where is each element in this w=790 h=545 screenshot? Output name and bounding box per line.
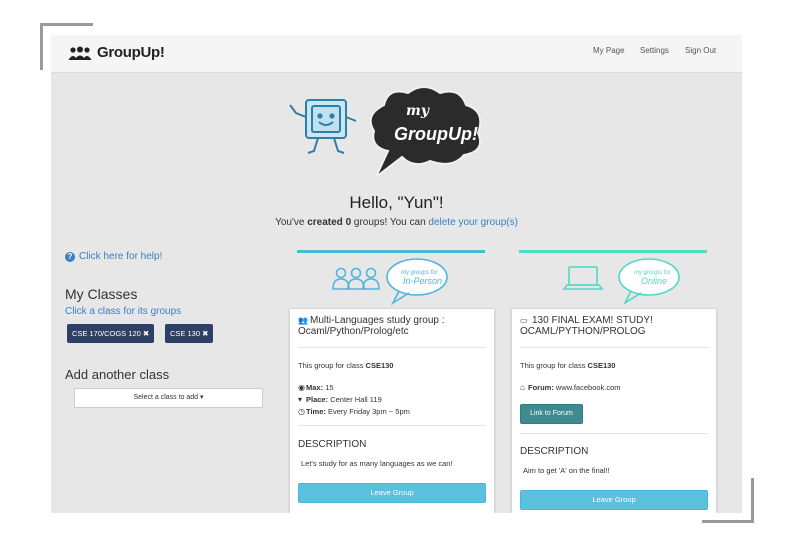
card-class: This group for class CSE130 bbox=[520, 361, 615, 370]
hero-line1: my bbox=[406, 103, 430, 119]
divider bbox=[298, 347, 486, 348]
online-laptop-icon: my groups for Online bbox=[562, 258, 680, 306]
nav-sign-out[interactable]: Sign Out bbox=[685, 46, 716, 55]
card-time-value: Every Friday 3pm ~ 5pm bbox=[325, 407, 410, 416]
card-class-pre: This group for class bbox=[520, 361, 588, 370]
group-icon bbox=[68, 46, 92, 60]
online-label2: Online bbox=[641, 276, 667, 286]
click-class-hint: Click a class for its groups bbox=[65, 306, 182, 317]
my-groupup-logo: my GroupUp! bbox=[289, 86, 482, 178]
brand-name: GroupUp! bbox=[97, 44, 165, 61]
select-class-dropdown[interactable]: Select a class to add ▾ bbox=[74, 388, 263, 408]
card-title: ▭ 130 FINAL EXAM! STUDY! OCAML/PYTHON/PRO… bbox=[520, 315, 708, 337]
card-time-label: Time: bbox=[306, 407, 326, 416]
card-place-label: Place: bbox=[306, 395, 329, 404]
users-icon: 👥 bbox=[298, 316, 308, 325]
card-max-value: 15 bbox=[323, 383, 334, 392]
card-title: 👥 Multi-Languages study group : Ocaml/Pyt… bbox=[298, 315, 486, 337]
class-tag-cse130[interactable]: CSE 130 ✖ bbox=[165, 324, 214, 343]
mascot-icon bbox=[289, 99, 357, 154]
description-heading: DESCRIPTION bbox=[520, 446, 589, 457]
card-place-value: Center Hall 119 bbox=[328, 395, 382, 404]
my-classes-heading: My Classes bbox=[65, 286, 138, 302]
inperson-people-icon: my groups for In-Person bbox=[332, 258, 448, 306]
navbar: GroupUp! My Page Settings Sign Out bbox=[51, 35, 742, 73]
laptop-icon: ▭ bbox=[520, 316, 528, 325]
divider bbox=[520, 433, 708, 434]
nav-my-page[interactable]: My Page bbox=[593, 46, 625, 55]
divider bbox=[520, 347, 708, 348]
card-title-text: 130 FINAL EXAM! STUDY! OCAML/PYTHON/PROL… bbox=[520, 315, 653, 337]
help-link[interactable]: ? Click here for help! bbox=[65, 251, 162, 262]
inperson-column-bar bbox=[297, 250, 485, 253]
brand-logo[interactable]: GroupUp! bbox=[68, 44, 165, 61]
app-window: GroupUp! My Page Settings Sign Out my Gr… bbox=[51, 35, 742, 513]
card-class-code: CSE130 bbox=[365, 361, 394, 370]
description-heading: DESCRIPTION bbox=[298, 439, 367, 450]
card-max: ◉Max: 15 bbox=[298, 383, 334, 392]
divider bbox=[298, 425, 486, 426]
corner-bracket-top-left bbox=[40, 23, 43, 70]
card-class-pre: This group for class bbox=[298, 361, 366, 370]
speech-cloud-icon: my GroupUp! bbox=[369, 86, 482, 178]
group-card-inperson: 👥 Multi-Languages study group : Ocaml/Pyt… bbox=[289, 308, 495, 513]
home-icon: ⌂ bbox=[520, 383, 525, 392]
map-marker-icon: ▾ bbox=[298, 395, 303, 404]
add-class-heading: Add another class bbox=[65, 367, 170, 382]
card-forum-value: www.facebook.com bbox=[553, 383, 621, 392]
class-tag-cse170[interactable]: CSE 170/COGS 120 ✖ bbox=[67, 324, 155, 343]
group-card-online: ▭ 130 FINAL EXAM! STUDY! OCAML/PYTHON/PRO… bbox=[511, 308, 717, 513]
greeting-created: created bbox=[307, 217, 343, 228]
online-column-bar bbox=[519, 250, 707, 253]
card-class: This group for class CSE130 bbox=[298, 361, 393, 370]
card-max-label: Max: bbox=[306, 383, 324, 392]
card-forum: ⌂ Forum: www.facebook.com bbox=[520, 383, 621, 392]
greeting-subtitle: You've created 0 groups! You can delete … bbox=[51, 217, 742, 228]
link-to-forum-button[interactable]: Link to Forum bbox=[520, 404, 583, 424]
card-place: ▾ Place: Center Hall 119 bbox=[298, 395, 382, 404]
card-forum-label: Forum: bbox=[528, 383, 554, 392]
corner-bracket-top-left bbox=[40, 23, 93, 26]
leave-group-button[interactable]: Leave Group bbox=[298, 483, 486, 503]
nav-settings[interactable]: Settings bbox=[640, 46, 669, 55]
help-link-label: Click here for help! bbox=[79, 251, 163, 262]
hero-line2: GroupUp! bbox=[394, 124, 478, 144]
card-class-code: CSE130 bbox=[587, 361, 616, 370]
description-text: Let's study for as many languages as we … bbox=[301, 459, 453, 468]
question-circle-icon: ? bbox=[65, 251, 75, 262]
clock-icon: ◷ bbox=[298, 407, 305, 416]
card-time: ◷Time: Every Friday 3pm ~ 5pm bbox=[298, 407, 410, 416]
delete-groups-link[interactable]: delete your group(s) bbox=[428, 217, 518, 228]
card-title-text: Multi-Languages study group : Ocaml/Pyth… bbox=[298, 315, 445, 337]
user-icon: ◉ bbox=[298, 383, 305, 392]
greeting-mid: groups! You can bbox=[351, 217, 429, 228]
corner-bracket-bottom-right bbox=[751, 478, 754, 523]
inperson-label2: In-Person bbox=[403, 276, 442, 286]
description-text: Aim to get 'A' on the final!! bbox=[523, 466, 610, 475]
greeting-title: Hello, "Yun"! bbox=[349, 193, 444, 212]
corner-bracket-bottom-right bbox=[702, 520, 754, 523]
leave-group-button[interactable]: Leave Group bbox=[520, 490, 708, 510]
greeting-pre: You've bbox=[275, 217, 308, 228]
